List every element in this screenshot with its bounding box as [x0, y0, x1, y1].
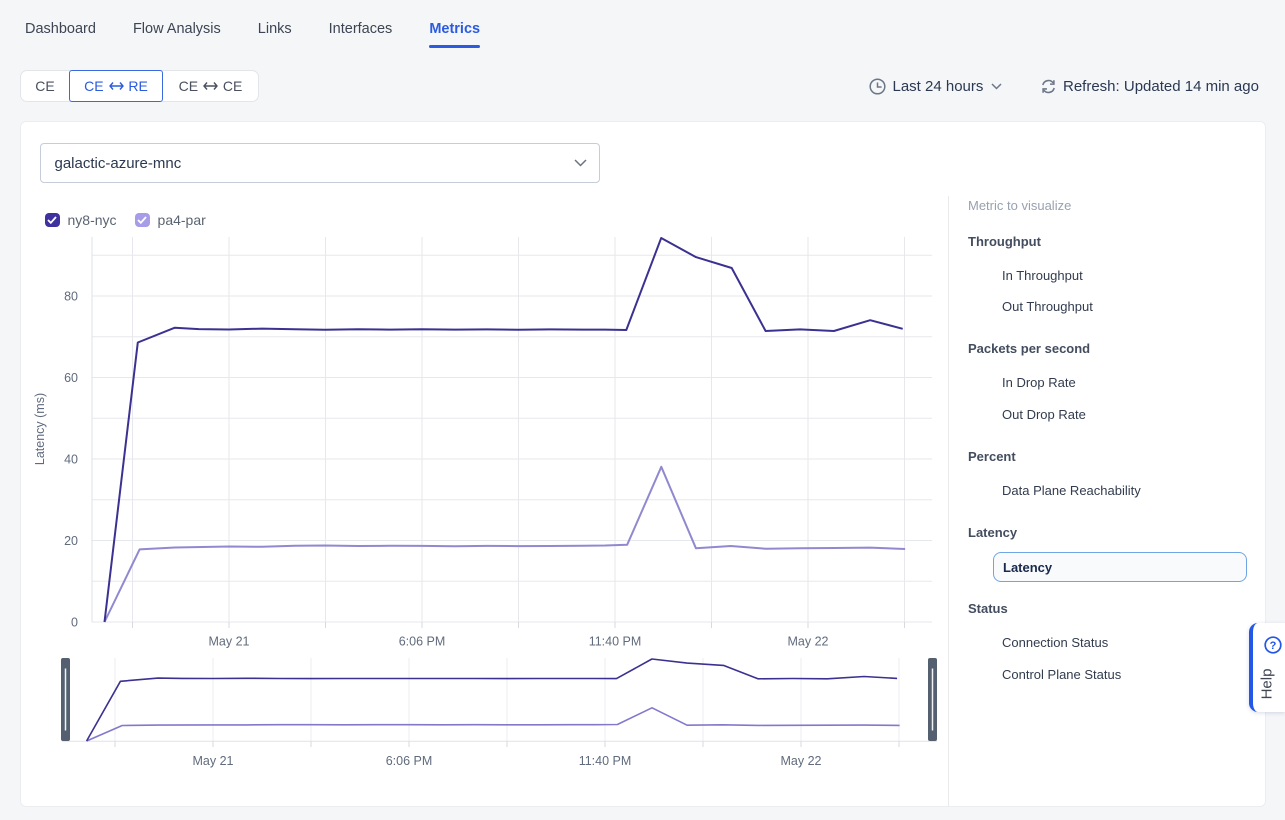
svg-text:Latency (ms): Latency (ms) — [33, 393, 47, 465]
svg-text:6:06 PM: 6:06 PM — [386, 754, 433, 768]
svg-text:40: 40 — [64, 453, 78, 467]
svg-text:May 22: May 22 — [781, 754, 822, 768]
svg-text:20: 20 — [64, 534, 78, 548]
svg-text:0: 0 — [71, 616, 78, 630]
svg-text:May 21: May 21 — [209, 635, 250, 649]
svg-text:May 22: May 22 — [788, 635, 829, 649]
svg-text:11:40 PM: 11:40 PM — [589, 635, 642, 649]
svg-text:80: 80 — [64, 290, 78, 304]
svg-text:60: 60 — [64, 371, 78, 385]
svg-text:6:06 PM: 6:06 PM — [399, 635, 446, 649]
svg-text:11:40 PM: 11:40 PM — [579, 754, 632, 768]
svg-text:May 21: May 21 — [193, 754, 234, 768]
svg-text:?: ? — [1270, 640, 1277, 652]
